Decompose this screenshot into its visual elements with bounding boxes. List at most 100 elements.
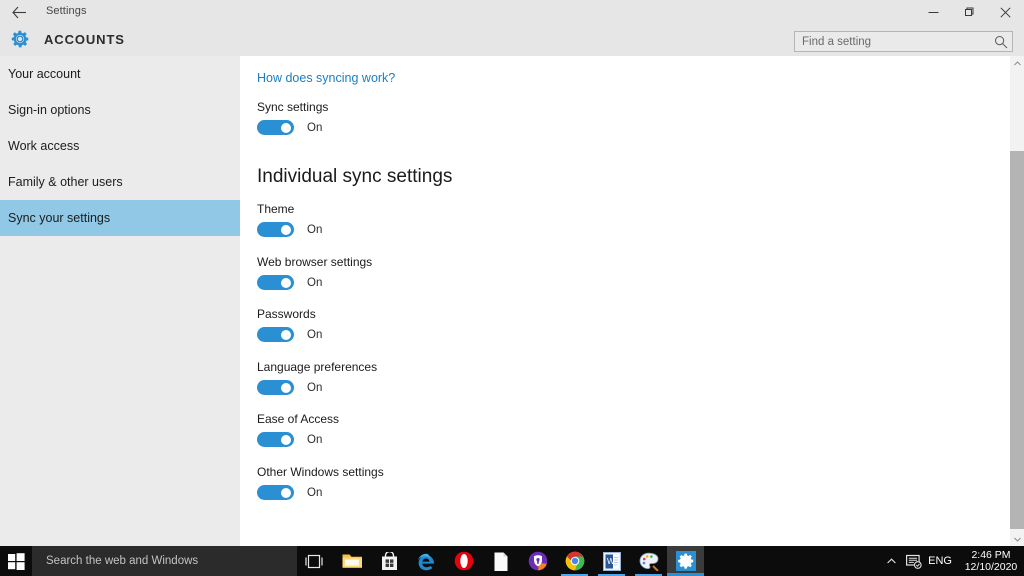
taskbar-app-avast-secure-browser[interactable] xyxy=(519,546,556,576)
toggle-knob xyxy=(281,277,291,288)
taskbar: Search the web and Windows W ENG 2:46 PM… xyxy=(0,546,1024,576)
sidebar-item-sync-your-settings[interactable]: Sync your settings xyxy=(0,200,240,236)
sync-item-language-preferences: Language preferences On xyxy=(257,360,377,395)
sidebar-item-work-access[interactable]: Work access xyxy=(0,128,240,164)
toggle-knob xyxy=(281,434,291,445)
taskbar-app-file-explorer[interactable] xyxy=(334,546,371,576)
start-button[interactable] xyxy=(0,546,32,576)
task-view-button[interactable] xyxy=(297,546,331,576)
taskbar-app-opera[interactable] xyxy=(445,546,482,576)
gear-icon xyxy=(9,28,31,50)
how-does-syncing-work-link[interactable]: How does syncing work? xyxy=(257,71,395,85)
sync-settings-master-row: Sync settings On xyxy=(257,100,328,135)
sync-item-state: On xyxy=(307,381,323,394)
restore-icon xyxy=(965,7,974,16)
sync-item-toggle[interactable] xyxy=(257,432,294,447)
scroll-up-button[interactable] xyxy=(1010,56,1024,70)
toggle-knob xyxy=(281,329,291,340)
edge-e-icon xyxy=(418,553,435,570)
tray-language-indicator[interactable]: ENG xyxy=(926,555,958,567)
sync-item-state: On xyxy=(307,486,323,499)
tray-expand-button[interactable] xyxy=(880,546,902,576)
sync-item-toggle[interactable] xyxy=(257,380,294,395)
sidebar-item-sign-in-options[interactable]: Sign-in options xyxy=(0,92,240,128)
taskbar-clock[interactable]: 2:46 PM 12/10/2020 xyxy=(958,546,1024,576)
title-bar: Settings xyxy=(0,0,1024,24)
clock-time: 2:46 PM xyxy=(971,548,1011,561)
sync-item-other-windows-settings: Other Windows settings On xyxy=(257,465,384,500)
sidebar-item-label: Sign-in options xyxy=(8,103,91,117)
ime-notification-button[interactable] xyxy=(902,546,926,576)
minimize-button[interactable] xyxy=(916,0,951,24)
sync-item-theme: Theme On xyxy=(257,202,322,237)
system-tray: ENG 2:46 PM 12/10/2020 xyxy=(880,546,1024,576)
page-title: ACCOUNTS xyxy=(44,32,125,47)
sidebar-item-label: Your account xyxy=(8,67,81,81)
sync-item-label: Other Windows settings xyxy=(257,465,384,479)
sync-item-state: On xyxy=(307,433,323,446)
scrollbar-thumb[interactable] xyxy=(1010,151,1024,529)
search-input[interactable] xyxy=(795,32,991,51)
sync-item-toggle[interactable] xyxy=(257,485,294,500)
ime-notification-icon xyxy=(906,554,922,569)
gear-icon xyxy=(675,551,696,571)
sync-settings-label: Sync settings xyxy=(257,100,329,114)
chevron-down-icon xyxy=(1013,537,1021,542)
toggle-knob xyxy=(281,224,291,235)
sync-item-ease-of-access: Ease of Access On xyxy=(257,412,339,447)
windows-start-icon xyxy=(7,552,25,570)
chevron-up-icon xyxy=(1013,60,1021,65)
sync-item-toggle[interactable] xyxy=(257,275,294,290)
settings-window: Settings ACCOUNTS Find a setting Your ac… xyxy=(0,0,1024,546)
scroll-down-button[interactable] xyxy=(1010,532,1024,546)
content-scrollbar[interactable] xyxy=(1010,56,1024,546)
restore-button[interactable] xyxy=(951,0,986,24)
window-title: Settings xyxy=(46,5,87,17)
minimize-icon xyxy=(928,11,939,13)
search-box[interactable] xyxy=(794,31,1013,52)
taskbar-app-paint[interactable] xyxy=(630,546,667,576)
taskbar-app-settings[interactable] xyxy=(667,546,704,576)
sync-settings-state: On xyxy=(307,121,323,134)
shield-browser-icon xyxy=(528,551,547,571)
content-pane: How does syncing work? Sync settings On … xyxy=(240,56,1024,546)
sidebar-item-label: Sync your settings xyxy=(8,211,111,225)
chrome-icon xyxy=(565,551,584,571)
sync-item-state: On xyxy=(307,223,323,236)
taskbar-app-document[interactable] xyxy=(482,546,519,576)
sync-settings-toggle[interactable] xyxy=(257,120,294,135)
clock-date: 12/10/2020 xyxy=(964,561,1018,573)
search-icon xyxy=(994,35,1008,49)
taskbar-app-microsoft-edge[interactable] xyxy=(408,546,445,576)
window-controls xyxy=(916,0,1024,24)
sync-item-label: Language preferences xyxy=(257,360,378,374)
toggle-knob xyxy=(281,382,291,393)
sync-item-web-browser-settings: Web browser settings On xyxy=(257,255,372,290)
sidebar-item-label: Work access xyxy=(8,139,80,153)
back-button[interactable] xyxy=(4,0,34,24)
page-header: ACCOUNTS xyxy=(0,24,1024,56)
chevron-up-icon xyxy=(886,558,896,564)
task-view-icon xyxy=(305,554,323,568)
page-icon xyxy=(494,552,507,571)
sidebar-item-your-account[interactable]: Your account xyxy=(0,56,240,92)
taskbar-app-word-document[interactable]: W xyxy=(593,546,630,576)
taskbar-search-box[interactable]: Search the web and Windows xyxy=(32,546,297,576)
sync-item-state: On xyxy=(307,276,323,289)
taskbar-apps: W xyxy=(334,546,704,576)
svg-text:W: W xyxy=(607,557,615,566)
close-button[interactable] xyxy=(986,0,1024,24)
sync-item-label: Passwords xyxy=(257,307,316,321)
back-arrow-icon xyxy=(11,6,26,18)
taskbar-app-microsoft-store[interactable] xyxy=(371,546,408,576)
section-heading: Individual sync settings xyxy=(257,166,453,187)
sync-item-label: Ease of Access xyxy=(257,412,340,426)
store-bag-icon xyxy=(382,551,397,570)
paint-palette-icon xyxy=(639,552,659,571)
sync-item-toggle[interactable] xyxy=(257,222,294,237)
sync-item-toggle[interactable] xyxy=(257,327,294,342)
taskbar-app-google-chrome[interactable] xyxy=(556,546,593,576)
sidebar-item-label: Family & other users xyxy=(8,175,123,189)
word-doc-icon: W xyxy=(602,551,621,571)
sidebar-item-family-other-users[interactable]: Family & other users xyxy=(0,164,240,200)
